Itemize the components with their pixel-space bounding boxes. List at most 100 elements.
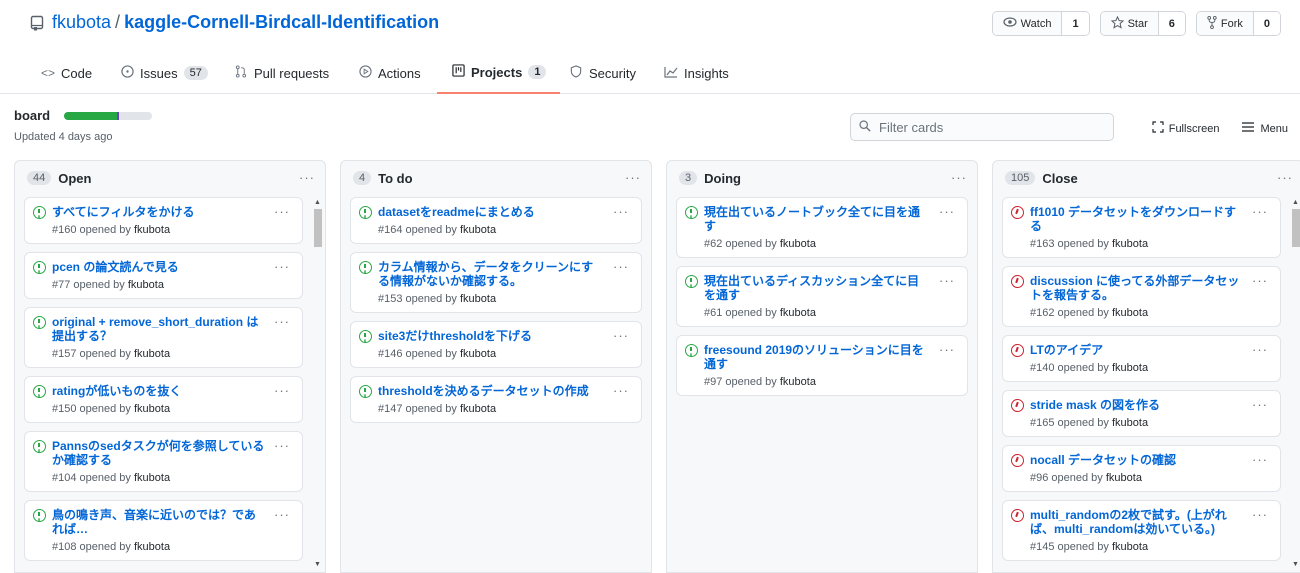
issue-title-link[interactable]: site3だけthresholdを下げる xyxy=(378,329,605,343)
issue-title-link[interactable]: original + remove_short_duration は提出する？ xyxy=(52,315,266,343)
issue-author-link[interactable]: fkubota xyxy=(1106,472,1142,484)
card-menu-icon[interactable]: ··· xyxy=(939,342,955,357)
tab-code[interactable]: <> Code xyxy=(41,52,92,94)
issue-author-link[interactable]: fkubota xyxy=(1112,307,1148,319)
issue-title-link[interactable]: 鳥の鳴き声、音楽に近いのでは？であれば… xyxy=(52,508,266,536)
tab-security[interactable]: Security xyxy=(569,52,636,94)
issue-author-link[interactable]: fkubota xyxy=(1112,541,1148,553)
repo-name-link[interactable]: kaggle-Cornell-Birdcall-Identification xyxy=(124,12,439,33)
issue-card[interactable]: discussion に使ってる外部データセットを報告する。 #162 opene… xyxy=(1002,266,1281,327)
issue-card[interactable]: freesound 2019のソリューションに目を通す #97 opened by… xyxy=(676,335,968,396)
card-menu-icon[interactable]: ··· xyxy=(274,383,290,398)
issue-author-link[interactable]: fkubota xyxy=(134,348,170,360)
column-menu-icon[interactable]: ··· xyxy=(299,170,315,185)
filter-cards[interactable] xyxy=(850,113,1114,141)
issue-card[interactable]: カラム情報から、データをクリーンにする情報がないか確認する。 #153 opene… xyxy=(350,252,642,313)
watch-button[interactable]: Watch 1 xyxy=(991,11,1090,36)
star-button[interactable]: Star 6 xyxy=(1099,11,1186,36)
card-menu-icon[interactable]: ··· xyxy=(274,507,290,522)
issue-author-link[interactable]: fkubota xyxy=(1112,362,1148,374)
card-menu-icon[interactable]: ··· xyxy=(613,204,629,219)
issue-card[interactable]: original + remove_short_duration は提出する？ #… xyxy=(24,307,303,368)
issue-card[interactable]: ratingが低いものを抜く #150 opened by fkubota ··· xyxy=(24,376,303,423)
tab-pull-requests[interactable]: Pull requests xyxy=(234,52,329,94)
issue-card[interactable]: 現在出ているノートブック全てに目を通す #62 opened by fkubota… xyxy=(676,197,968,258)
issue-card[interactable]: 鳥の鳴き声、音楽に近いのでは？であれば… #108 opened by fkubo… xyxy=(24,500,303,561)
issue-card[interactable]: ff1010 データセットをダウンロードする #163 opened by fku… xyxy=(1002,197,1281,258)
tab-insights[interactable]: Insights xyxy=(664,52,729,94)
issue-title-link[interactable]: nocall データセットの確認 xyxy=(1030,453,1244,467)
card-menu-icon[interactable]: ··· xyxy=(274,314,290,329)
issue-card[interactable]: thresholdを決めるデータセットの作成 #147 opened by fku… xyxy=(350,376,642,423)
scroll-down-icon[interactable]: ▼ xyxy=(314,561,321,568)
issue-title-link[interactable]: Pannsのsedタスクが何を参照しているか確認する xyxy=(52,439,266,467)
issue-author-link[interactable]: fkubota xyxy=(128,279,164,291)
issue-title-link[interactable]: multi_randomの2枚で試す。(上がれば、multi_randomは効い… xyxy=(1030,508,1244,536)
issue-title-link[interactable]: 現在出ているディスカッション全てに目を通す xyxy=(704,274,931,302)
issue-card[interactable]: LTのアイデア #140 opened by fkubota ··· xyxy=(1002,335,1281,382)
tab-projects[interactable]: Projects 1 xyxy=(437,52,561,94)
issue-title-link[interactable]: 現在出ているノートブック全てに目を通す xyxy=(704,205,931,233)
issue-author-link[interactable]: fkubota xyxy=(460,224,496,236)
scrollbar-thumb[interactable] xyxy=(1292,209,1300,247)
issue-author-link[interactable]: fkubota xyxy=(1112,417,1148,429)
card-menu-icon[interactable]: ··· xyxy=(939,204,955,219)
issue-author-link[interactable]: fkubota xyxy=(460,403,496,415)
scroll-up-icon[interactable]: ▲ xyxy=(1292,199,1299,206)
watch-count[interactable]: 1 xyxy=(1062,12,1089,35)
card-menu-icon[interactable]: ··· xyxy=(274,438,290,453)
issue-title-link[interactable]: thresholdを決めるデータセットの作成 xyxy=(378,384,605,398)
card-menu-icon[interactable]: ··· xyxy=(1252,507,1268,522)
issue-card[interactable]: stride mask の図を作る #165 opened by fkubota ·… xyxy=(1002,390,1281,437)
issue-author-link[interactable]: fkubota xyxy=(134,541,170,553)
scroll-down-icon[interactable]: ▼ xyxy=(1292,561,1299,568)
fork-button[interactable]: Fork 0 xyxy=(1195,11,1281,36)
issue-author-link[interactable]: fkubota xyxy=(780,376,816,388)
tab-issues[interactable]: Issues 57 xyxy=(120,52,208,94)
issue-card[interactable]: datasetをreadmeにまとめる #164 opened by fkubot… xyxy=(350,197,642,244)
scrollbar-thumb[interactable] xyxy=(314,209,322,247)
issue-card[interactable]: multi_randomの2枚で試す。(上がれば、multi_randomは効い… xyxy=(1002,500,1281,561)
card-menu-icon[interactable]: ··· xyxy=(1252,397,1268,412)
issue-author-link[interactable]: fkubota xyxy=(460,293,496,305)
issue-title-link[interactable]: すべてにフィルタをかける xyxy=(52,205,266,219)
column-menu-icon[interactable]: ··· xyxy=(951,170,967,185)
issue-card[interactable]: nocall データセットの確認 #96 opened by fkubota ··· xyxy=(1002,445,1281,492)
issue-title-link[interactable]: ratingが低いものを抜く xyxy=(52,384,266,398)
issue-author-link[interactable]: fkubota xyxy=(134,224,170,236)
card-menu-icon[interactable]: ··· xyxy=(1252,342,1268,357)
issue-card[interactable]: すべてにフィルタをかける #160 opened by fkubota ··· xyxy=(24,197,303,244)
issue-title-link[interactable]: stride mask の図を作る xyxy=(1030,398,1244,412)
fullscreen-button[interactable]: Fullscreen xyxy=(1152,121,1219,136)
issue-title-link[interactable]: discussion に使ってる外部データセットを報告する。 xyxy=(1030,274,1244,302)
issue-author-link[interactable]: fkubota xyxy=(780,238,816,250)
issue-card[interactable]: site3だけthresholdを下げる #146 opened by fkubo… xyxy=(350,321,642,368)
issue-author-link[interactable]: fkubota xyxy=(780,307,816,319)
issue-card[interactable]: Pannsのsedタスクが何を参照しているか確認する #104 opened by… xyxy=(24,431,303,492)
filter-cards-input[interactable] xyxy=(879,119,1099,135)
card-menu-icon[interactable]: ··· xyxy=(613,259,629,274)
menu-button[interactable]: Menu xyxy=(1241,121,1288,136)
card-menu-icon[interactable]: ··· xyxy=(274,259,290,274)
column-scrollbar[interactable]: ▲ ▼ xyxy=(312,199,322,572)
issue-card[interactable]: pcen の論文読んで見る #77 opened by fkubota ··· xyxy=(24,252,303,299)
issue-title-link[interactable]: ff1010 データセットをダウンロードする xyxy=(1030,205,1244,233)
issue-title-link[interactable]: LTのアイデア xyxy=(1030,343,1244,357)
tab-actions[interactable]: Actions xyxy=(358,52,421,94)
card-menu-icon[interactable]: ··· xyxy=(1252,452,1268,467)
issue-author-link[interactable]: fkubota xyxy=(134,403,170,415)
issue-title-link[interactable]: datasetをreadmeにまとめる xyxy=(378,205,605,219)
scroll-up-icon[interactable]: ▲ xyxy=(314,199,321,206)
issue-title-link[interactable]: freesound 2019のソリューションに目を通す xyxy=(704,343,931,371)
column-menu-icon[interactable]: ··· xyxy=(625,170,641,185)
issue-title-link[interactable]: pcen の論文読んで見る xyxy=(52,260,266,274)
column-menu-icon[interactable]: ··· xyxy=(1277,170,1293,185)
card-menu-icon[interactable]: ··· xyxy=(613,383,629,398)
star-count[interactable]: 6 xyxy=(1158,12,1185,35)
issue-card[interactable]: 現在出ているディスカッション全てに目を通す #61 opened by fkubo… xyxy=(676,266,968,327)
repo-owner-link[interactable]: fkubota xyxy=(52,12,111,33)
card-menu-icon[interactable]: ··· xyxy=(613,328,629,343)
card-menu-icon[interactable]: ··· xyxy=(939,273,955,288)
issue-author-link[interactable]: fkubota xyxy=(460,348,496,360)
card-menu-icon[interactable]: ··· xyxy=(1252,273,1268,288)
